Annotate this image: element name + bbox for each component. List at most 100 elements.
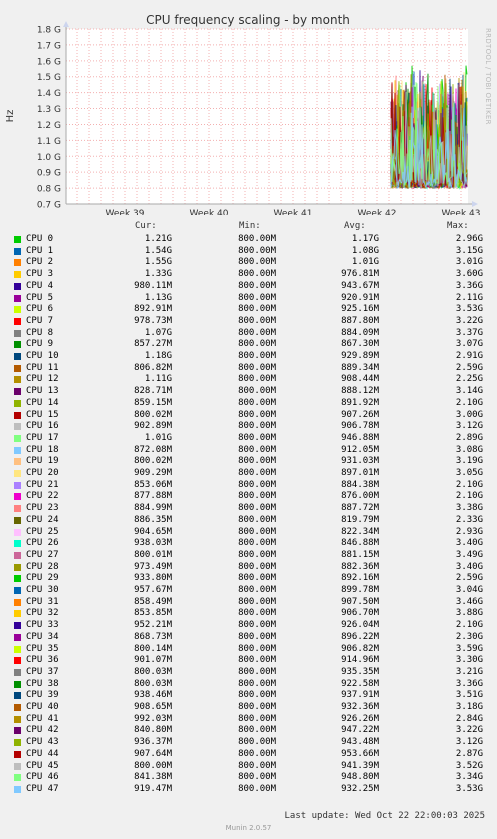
legend-min-value: 800.00M <box>238 702 276 712</box>
legend-series-name: CPU 0 <box>26 234 54 244</box>
legend-avg-value: 947.22M <box>341 725 379 736</box>
legend-min-value: 800.00M <box>238 257 276 268</box>
x-tick-label: Week 42 <box>358 209 397 215</box>
legend-series-name: CPU 37 <box>26 666 59 677</box>
legend-row: CPU 21 853.06M 800.00M 884.38M 2.10G <box>0 480 497 491</box>
legend-min-value: 800.00M <box>238 432 276 443</box>
legend-row: CPU 1 1.54G 800.00M 1.08G 3.15G <box>0 246 497 257</box>
legend-max-value: 3.22G <box>455 315 483 326</box>
legend-avg-value: 953.66M <box>341 748 379 759</box>
legend-min-value: 800.00M <box>238 608 276 619</box>
legend-series-name: CPU 47 <box>26 783 59 794</box>
legend-max-value: 3.46G <box>455 596 483 607</box>
legend-max-value: 2.84G <box>455 713 483 724</box>
legend-max-value: 2.10G <box>455 491 483 502</box>
legend-min-value: 800.00M <box>238 783 276 794</box>
legend-swatch <box>14 610 21 618</box>
legend-cur-value: 919.47M <box>134 783 172 794</box>
legend-avg-value: 912.05M <box>341 444 379 455</box>
legend-series-name: CPU 21 <box>26 479 59 490</box>
y-tick-label: 0.8 G <box>37 185 61 195</box>
legend-min-value: 800.00M <box>238 397 276 408</box>
legend-cur-value: 800.03M <box>134 678 172 689</box>
legend-row: CPU 23 884.99M 800.00M 887.72M 3.38G <box>0 503 497 514</box>
legend-min-value: 800.00M <box>238 713 276 724</box>
legend-cur-value: 904.65M <box>134 526 172 537</box>
legend-max-value: 2.93G <box>455 526 483 537</box>
legend-max-value: 3.53G <box>455 304 483 315</box>
legend-swatch <box>14 388 21 396</box>
legend-series-name: CPU 11 <box>26 362 59 373</box>
legend-avg-value: 846.88M <box>341 538 379 549</box>
legend-avg-value: 892.16M <box>341 573 379 584</box>
legend-series-name: CPU 46 <box>26 772 59 783</box>
legend-cur-value: 800.03M <box>134 666 172 677</box>
legend-cur-value: 800.02M <box>134 456 172 467</box>
legend-swatch <box>14 423 21 431</box>
legend-series-name: CPU 6 <box>26 304 54 315</box>
legend-min-value: 800.00M <box>238 234 276 244</box>
legend-max-value: 3.00G <box>455 409 483 420</box>
y-tick-labels: 0.7 G 0.8 G 0.9 G 1.0 G 1.1 G 1.2 G 1.3 G 1.4 G… <box>37 26 61 211</box>
legend-cur-value: 1.55G <box>144 257 172 268</box>
legend-cur-value: 800.14M <box>134 643 172 654</box>
legend-avg-value: 931.03M <box>341 456 379 467</box>
legend-cur-value: 828.71M <box>134 386 172 397</box>
legend-min-value: 800.00M <box>238 585 276 595</box>
x-axis-arrow <box>472 201 478 207</box>
legend-row: CPU 0 1.21G 800.00M 1.17G 2.96G <box>0 234 497 245</box>
legend-cur-value: 938.03M <box>134 538 172 549</box>
legend-row: CPU 32 853.85M 800.00M 906.70M 3.88G <box>0 608 497 619</box>
legend-max-value: 3.12G <box>455 737 483 748</box>
legend-avg-value: 1.01G <box>351 257 379 268</box>
legend-series-name: CPU 44 <box>26 748 59 759</box>
legend-cur-value: 936.37M <box>134 737 172 748</box>
legend-series-name: CPU 25 <box>26 526 59 537</box>
x-tick-label: Week 43 <box>442 209 481 215</box>
legend-cur-value: 957.67M <box>134 585 172 595</box>
legend-avg-value: 887.80M <box>341 315 379 326</box>
legend-min-value: 800.00M <box>238 549 276 560</box>
legend-swatch <box>14 516 21 524</box>
legend-swatch <box>14 528 21 536</box>
legend-swatch <box>14 704 21 711</box>
legend-avg-value: 884.09M <box>341 327 379 338</box>
legend-swatch <box>14 727 21 735</box>
legend-avg-value: 884.38M <box>341 479 379 490</box>
y-tick-label: 1.7 G <box>37 41 61 51</box>
x-tick-label: Week 41 <box>274 209 313 215</box>
header-avg: Avg: <box>344 221 366 231</box>
legend-min-value: 800.00M <box>238 421 276 432</box>
legend-swatch <box>14 411 21 419</box>
legend-series-name: CPU 40 <box>26 702 59 712</box>
legend-avg-value: 906.70M <box>341 608 379 619</box>
legend-min-value: 800.00M <box>238 561 276 572</box>
chart-title: CPU frequency scaling - by month <box>146 13 350 27</box>
legend-cur-value: 908.65M <box>134 702 172 712</box>
legend-swatch <box>14 633 21 641</box>
legend-row: CPU 22 877.88M 800.00M 876.00M 2.10G <box>0 491 497 502</box>
legend-swatch <box>14 739 21 747</box>
legend-min-value: 800.00M <box>238 760 276 771</box>
legend-swatch <box>14 306 21 314</box>
legend-avg-value: 946.88M <box>341 432 379 443</box>
y-tick-label: 1.4 G <box>37 89 61 99</box>
legend-cur-value: 800.02M <box>134 409 172 420</box>
legend-row: CPU 9 857.27M 800.00M 867.30M 3.07G <box>0 339 497 350</box>
legend-swatch <box>14 364 21 372</box>
legend-row: CPU 4 980.11M 800.00M 943.67M 3.36G <box>0 281 497 292</box>
legend-series-name: CPU 1 <box>26 245 54 256</box>
legend-max-value: 3.12G <box>455 421 483 432</box>
legend-avg-value: 882.36M <box>341 561 379 572</box>
legend-cur-value: 853.06M <box>134 479 172 490</box>
legend-max-value: 2.10G <box>455 397 483 408</box>
legend-cur-value: 1.21G <box>144 234 172 244</box>
legend-row: CPU 17 1.01G 800.00M 946.88M 2.89G <box>0 433 497 444</box>
legend-cur-value: 892.91M <box>134 304 172 315</box>
legend-avg-value: 896.22M <box>341 631 379 642</box>
legend-series-name: CPU 14 <box>26 397 59 408</box>
legend-swatch <box>14 376 21 384</box>
legend-series-name: CPU 28 <box>26 561 59 572</box>
y-tick-label: 1.6 G <box>37 57 61 67</box>
legend-swatch <box>14 692 21 700</box>
